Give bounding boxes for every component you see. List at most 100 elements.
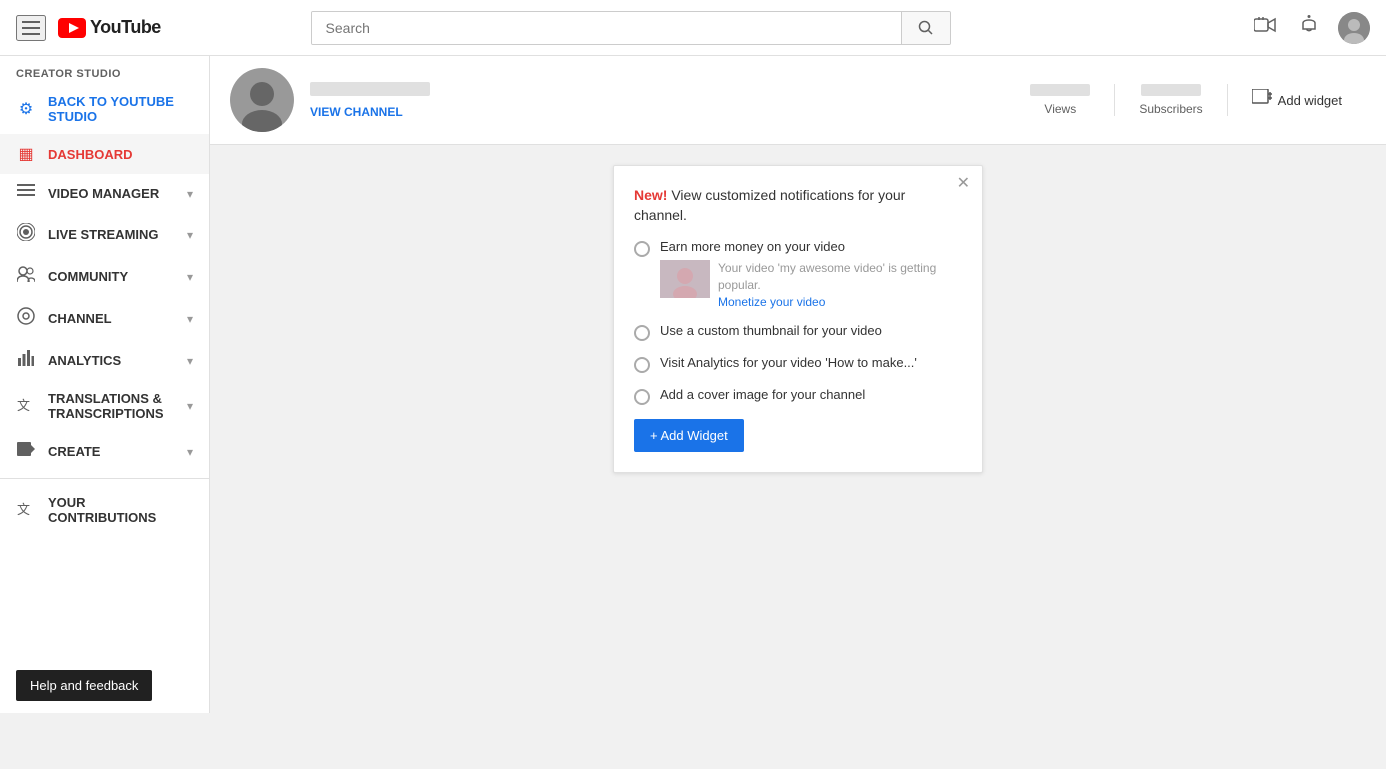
chevron-down-icon: ▾ <box>187 445 193 459</box>
user-avatar[interactable] <box>1338 12 1370 44</box>
channel-name-placeholder <box>310 82 430 96</box>
sidebar-item-label-translations: TRANSLATIONS & TRANSCRIPTIONS <box>48 391 175 421</box>
camera-icon <box>1254 17 1276 33</box>
sidebar-item-label-dashboard: DASHBOARD <box>48 147 193 162</box>
search-button[interactable] <box>901 12 950 44</box>
new-badge: New! <box>634 187 667 203</box>
notif-sub-1: Your video 'my awesome video' is getting… <box>660 260 962 309</box>
chevron-down-icon: ▾ <box>187 228 193 242</box>
subscribers-stat: Subscribers <box>1115 84 1227 116</box>
main-layout: CREATOR STUDIO ⚙ BACK TO YOUTUBE STUDIO … <box>0 56 1386 713</box>
dashboard-icon: ▦ <box>16 144 36 164</box>
notif-item-2: Use a custom thumbnail for your video <box>634 323 962 341</box>
sidebar-item-back[interactable]: ⚙ BACK TO YOUTUBE STUDIO <box>0 84 209 134</box>
notif-content-2: Use a custom thumbnail for your video <box>660 323 962 338</box>
sidebar-item-live-streaming[interactable]: LIVE STREAMING ▾ <box>0 213 209 256</box>
notif-radio-1[interactable] <box>634 241 650 257</box>
notif-content-1: Earn more money on your video Your <box>660 239 962 309</box>
sidebar: CREATOR STUDIO ⚙ BACK TO YOUTUBE STUDIO … <box>0 56 210 713</box>
notifications-button[interactable] <box>1296 11 1322 44</box>
notif-desc: Your video 'my awesome video' is getting… <box>718 260 962 294</box>
sidebar-item-video-manager[interactable]: VIDEO MANAGER ▾ <box>0 174 209 213</box>
youtube-icon <box>58 18 86 38</box>
channel-icon <box>16 307 36 330</box>
notif-item-4: Add a cover image for your channel <box>634 387 962 405</box>
top-navigation: YouTube <box>0 0 1386 56</box>
create-icon <box>16 441 36 462</box>
widget-icon <box>1252 89 1272 107</box>
notif-text-2: Use a custom thumbnail for your video <box>660 323 962 338</box>
add-widget-popup-button[interactable]: + Add Widget <box>634 419 744 452</box>
sidebar-section-title: CREATOR STUDIO <box>0 56 209 84</box>
sidebar-item-create[interactable]: CREATE ▾ <box>0 431 209 472</box>
search-icon <box>918 20 934 36</box>
subscribers-label: Subscribers <box>1139 102 1202 116</box>
sidebar-item-label-video-manager: VIDEO MANAGER <box>48 186 175 201</box>
add-widget-icon <box>1252 89 1272 112</box>
notif-sub-text: Your video 'my awesome video' is getting… <box>718 260 962 309</box>
analytics-icon <box>16 350 36 371</box>
sidebar-divider <box>0 478 209 479</box>
sidebar-bottom: Help and feedback <box>0 658 209 713</box>
notif-content-3: Visit Analytics for your video 'How to m… <box>660 355 962 370</box>
nav-left: YouTube <box>16 15 161 41</box>
add-widget-header-button[interactable]: Add widget <box>1228 89 1366 112</box>
views-stat: Views <box>1006 84 1115 116</box>
sidebar-item-channel[interactable]: CHANNEL ▾ <box>0 297 209 340</box>
search-bar <box>311 11 951 45</box>
notification-popup: ✕ New! View customized notifications for… <box>613 165 983 473</box>
sidebar-item-label-community: COMMUNITY <box>48 269 175 284</box>
nav-right <box>1250 11 1370 44</box>
sidebar-item-community[interactable]: COMMUNITY ▾ <box>0 256 209 297</box>
avatar-image <box>1338 12 1370 44</box>
sidebar-item-dashboard[interactable]: ▦ DASHBOARD <box>0 134 209 174</box>
youtube-logo[interactable]: YouTube <box>58 17 161 38</box>
add-widget-label: Add widget <box>1278 93 1342 108</box>
contributions-icon: 文 <box>16 500 36 521</box>
notif-radio-2[interactable] <box>634 325 650 341</box>
sidebar-item-translations[interactable]: 文 TRANSLATIONS & TRANSCRIPTIONS ▾ <box>0 381 209 431</box>
subscribers-value <box>1141 84 1201 96</box>
channel-name-area: VIEW CHANNEL <box>310 82 990 119</box>
notif-text-1: Earn more money on your video <box>660 239 962 254</box>
svg-text:文: 文 <box>17 502 30 516</box>
notif-radio-3[interactable] <box>634 357 650 373</box>
translations-icon: 文 <box>16 396 36 417</box>
chevron-down-icon: ▾ <box>187 399 193 413</box>
main-content: VIEW CHANNEL Views Subscribers <box>210 56 1386 713</box>
sidebar-item-label-back: BACK TO YOUTUBE STUDIO <box>48 94 193 124</box>
hamburger-menu[interactable] <box>16 15 46 41</box>
notif-radio-4[interactable] <box>634 389 650 405</box>
notif-text-3: Visit Analytics for your video 'How to m… <box>660 355 962 370</box>
sidebar-item-label-live: LIVE STREAMING <box>48 227 175 242</box>
chevron-down-icon: ▾ <box>187 312 193 326</box>
channel-avatar <box>230 68 294 132</box>
popup-title-text: View customized notifications for your c… <box>634 187 905 223</box>
sidebar-item-label-channel: CHANNEL <box>48 311 175 326</box>
sidebar-item-label-create: CREATE <box>48 444 175 459</box>
bell-icon <box>1300 15 1318 35</box>
sidebar-item-analytics[interactable]: ANALYTICS ▾ <box>0 340 209 381</box>
main-body: ✕ New! View customized notifications for… <box>210 145 1386 493</box>
video-thumbnail <box>660 260 710 298</box>
monetize-link[interactable]: Monetize your video <box>718 295 825 309</box>
search-input[interactable] <box>312 12 901 44</box>
sidebar-item-contributions[interactable]: 文 YOUR CONTRIBUTIONS <box>0 485 209 535</box>
channel-avatar-image <box>230 68 294 132</box>
notif-content-4: Add a cover image for your channel <box>660 387 962 402</box>
live-streaming-icon <box>16 223 36 246</box>
create-video-button[interactable] <box>1250 13 1280 42</box>
sidebar-item-label-contributions: YOUR CONTRIBUTIONS <box>48 495 193 525</box>
views-value <box>1030 84 1090 96</box>
gear-icon: ⚙ <box>16 99 36 119</box>
notif-item-1: Earn more money on your video Your <box>634 239 962 309</box>
svg-text:文: 文 <box>17 398 30 412</box>
popup-close-button[interactable]: ✕ <box>957 176 970 192</box>
chevron-down-icon: ▾ <box>187 187 193 201</box>
video-manager-icon <box>16 184 36 203</box>
help-feedback-button[interactable]: Help and feedback <box>16 670 152 701</box>
channel-header: VIEW CHANNEL Views Subscribers <box>210 56 1386 145</box>
notif-thumbnail <box>660 260 710 298</box>
view-channel-link[interactable]: VIEW CHANNEL <box>310 105 403 119</box>
channel-stats: Views Subscribers Add wid <box>1006 84 1366 116</box>
